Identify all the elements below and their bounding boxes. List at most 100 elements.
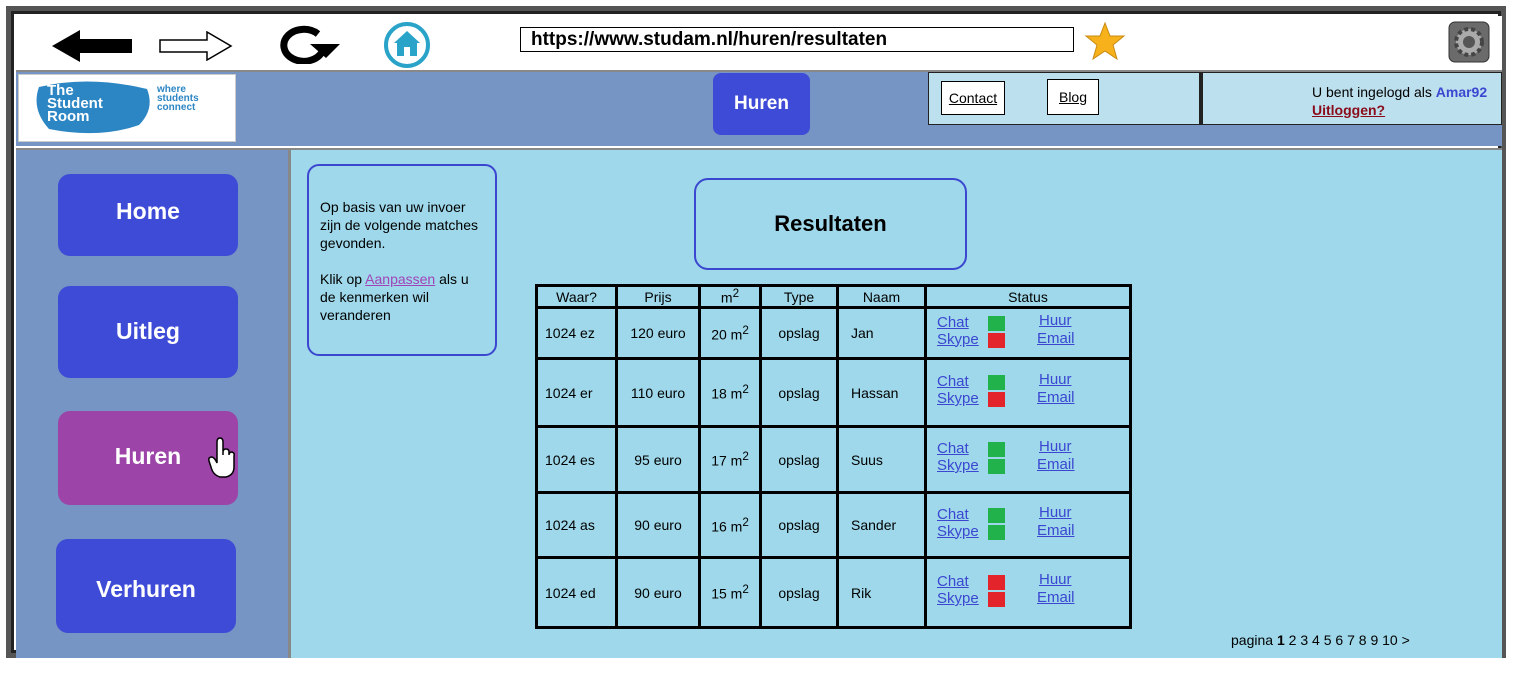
cell-naam: Hassan — [836, 357, 927, 428]
page-link[interactable]: 6 — [1335, 632, 1343, 648]
sidebar-item-label: Verhuren — [96, 576, 196, 602]
reload-icon[interactable] — [266, 24, 342, 64]
browser-toolbar: https://www.studam.nl/huren/resultaten — [16, 16, 1502, 72]
skype-status-indicator — [988, 592, 1005, 607]
cell-m2-value: 16 m — [711, 518, 743, 535]
page-next[interactable]: > — [1402, 632, 1410, 648]
email-link[interactable]: Email — [1037, 330, 1075, 347]
pagination-label: pagina — [1231, 632, 1274, 648]
cell-waar: 1024 ed — [535, 556, 618, 629]
sidebar: Home Uitleg Huren Verhuren — [16, 148, 291, 658]
cell-m2: 16 m2 — [698, 491, 762, 559]
page-link[interactable]: 9 — [1370, 632, 1378, 648]
page-link[interactable]: 4 — [1312, 632, 1320, 648]
email-link[interactable]: Email — [1037, 389, 1075, 406]
info-box: Op basis van uw invoer zijn de volgende … — [307, 164, 497, 356]
url-bar[interactable]: https://www.studam.nl/huren/resultaten — [520, 27, 1074, 52]
cell-prijs: 90 euro — [615, 556, 701, 629]
info-text: Op basis van uw invoer zijn de volgende … — [320, 199, 478, 251]
chat-status-indicator — [988, 442, 1005, 457]
header-m2-label: m — [720, 289, 733, 306]
chat-link[interactable]: Chat — [937, 314, 969, 331]
cell-prijs: 95 euro — [615, 425, 701, 494]
cell-m2-sup: 2 — [742, 515, 749, 529]
user-info: U bent ingelogd als Amar92 Uitloggen? — [1200, 72, 1502, 125]
cell-status: Chat Skype Huur Email — [924, 357, 1132, 428]
skype-status-indicator — [988, 459, 1005, 474]
skype-link[interactable]: Skype — [937, 331, 979, 348]
cell-waar: 1024 es — [535, 425, 618, 494]
huur-link[interactable]: Huur — [1039, 504, 1072, 521]
cell-m2: 17 m2 — [698, 425, 762, 494]
cell-naam: Suus — [836, 425, 927, 494]
page-link[interactable]: 3 — [1300, 632, 1308, 648]
chat-status-indicator — [988, 375, 1005, 390]
cell-m2-sup: 2 — [742, 450, 749, 464]
login-line: U bent ingelogd als Amar92 — [1312, 84, 1487, 100]
sidebar-item-home[interactable]: Home — [58, 174, 238, 256]
blog-link[interactable]: Blog — [1047, 79, 1099, 115]
page-title: Resultaten — [694, 178, 967, 270]
header-waar: Waar? — [535, 284, 618, 309]
cell-waar: 1024 as — [535, 491, 618, 559]
aanpassen-link[interactable]: Aanpassen — [365, 271, 435, 287]
cell-naam: Sander — [836, 491, 927, 559]
cell-status: Chat Skype Huur Email — [924, 425, 1132, 494]
page-link[interactable]: 8 — [1359, 632, 1367, 648]
chat-link[interactable]: Chat — [937, 573, 969, 590]
page-links: 2 3 4 5 6 7 8 9 10 — [1289, 632, 1402, 648]
sidebar-item-label: Home — [116, 198, 180, 224]
logo-tag3: connect — [157, 102, 196, 113]
huur-link[interactable]: Huur — [1039, 438, 1072, 455]
email-link[interactable]: Email — [1037, 456, 1075, 473]
table-row: 1024 es 95 euro 17 m2 opslag Suus Chat Skype Hu… — [535, 425, 1132, 494]
pagination: pagina 1 2 3 4 5 6 7 8 9 10 > — [1231, 632, 1410, 648]
email-link[interactable]: Email — [1037, 522, 1075, 539]
chat-status-indicator — [988, 575, 1005, 590]
sidebar-item-uitleg[interactable]: Uitleg — [58, 286, 238, 378]
skype-status-indicator — [988, 332, 1005, 348]
page-link[interactable]: 5 — [1324, 632, 1332, 648]
huur-link[interactable]: Huur — [1039, 571, 1072, 588]
contact-link[interactable]: Contact — [941, 81, 1005, 115]
chat-link[interactable]: Chat — [937, 373, 969, 390]
cell-m2-value: 20 m — [711, 326, 743, 343]
page-link[interactable]: 2 — [1289, 632, 1297, 648]
star-icon[interactable] — [1084, 22, 1126, 60]
cell-prijs: 120 euro — [615, 306, 701, 360]
chat-link[interactable]: Chat — [937, 506, 969, 523]
skype-status-indicator — [988, 524, 1005, 540]
chat-status-indicator — [988, 315, 1005, 331]
page-link[interactable]: 10 — [1382, 632, 1398, 648]
logout-link[interactable]: Uitloggen? — [1312, 102, 1385, 118]
skype-link[interactable]: Skype — [937, 590, 979, 607]
site-header: The Student Room where students connect … — [16, 72, 1502, 146]
cell-type: opslag — [759, 556, 839, 629]
table-header-row: Waar? Prijs m2 Type Naam Status — [535, 284, 1132, 309]
email-link[interactable]: Email — [1037, 589, 1075, 606]
sidebar-item-label: Huren — [114, 443, 182, 469]
header-naam: Naam — [836, 284, 927, 309]
skype-status-indicator — [988, 392, 1005, 407]
forward-arrow-icon[interactable] — [159, 31, 233, 61]
gear-icon[interactable] — [1448, 21, 1490, 63]
huur-link[interactable]: Huur — [1039, 312, 1072, 329]
skype-link[interactable]: Skype — [937, 457, 979, 474]
cell-m2-sup: 2 — [742, 323, 749, 337]
active-section-button[interactable]: Huren — [713, 73, 810, 135]
results-table: Waar? Prijs m2 Type Naam Status 1024 ez 1… — [535, 284, 1132, 629]
chat-link[interactable]: Chat — [937, 440, 969, 457]
sidebar-item-verhuren[interactable]: Verhuren — [56, 539, 236, 633]
skype-link[interactable]: Skype — [937, 523, 979, 540]
cell-naam: Jan — [836, 306, 927, 360]
info-text-2: Klik op Aanpassen als u de kenmerken wil… — [320, 270, 487, 324]
skype-link[interactable]: Skype — [937, 390, 979, 407]
back-arrow-icon[interactable] — [52, 30, 136, 62]
cell-status: Chat Skype Huur Email — [924, 306, 1132, 360]
home-icon[interactable] — [383, 21, 431, 69]
site-logo[interactable]: The Student Room where students connect — [18, 74, 236, 142]
sidebar-item-huren[interactable]: Huren — [58, 411, 238, 505]
huur-link[interactable]: Huur — [1039, 371, 1072, 388]
cell-type: opslag — [759, 306, 839, 360]
page-link[interactable]: 7 — [1347, 632, 1355, 648]
